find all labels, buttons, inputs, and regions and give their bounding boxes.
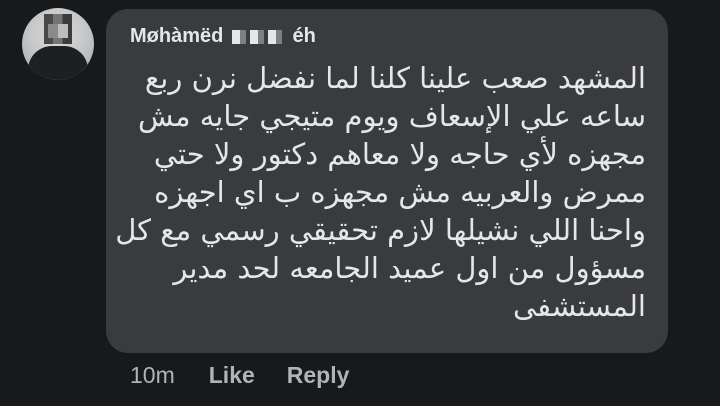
author-name-suffix: éh: [292, 25, 316, 47]
comment-text-line: المستشفى: [513, 289, 646, 323]
comment-text-line: ساعه علي الإسعاف ويوم متيجي جايه مش: [138, 99, 646, 133]
author-name-prefix: Møhàmëd: [130, 25, 224, 47]
comment-bubble: Møhàmëd éh المشهد صعب علينا كلنا لما نفض…: [106, 9, 668, 353]
comment-text-line: المشهد صعب علينا كلنا لما نفضل نرن ربع: [144, 61, 646, 95]
avatar-pixelation-face: [48, 24, 68, 38]
like-button[interactable]: Like: [209, 362, 255, 389]
comment-timestamp[interactable]: 10m: [130, 362, 175, 389]
comment-text-line: ممرض والعربيه مش مجهزه ب اي اجهزه: [154, 175, 646, 209]
avatar-body: [28, 46, 88, 80]
comment-text-line: مسؤول من اول عميد الجامعه لحد مدير: [173, 251, 646, 285]
comment-author-name[interactable]: Møhàmëd éh: [130, 25, 316, 48]
comment-actions: 10m Like Reply: [130, 362, 381, 389]
comment-text-line: مجهزه لأي حاجه ولا معاهم دكتور ولا حتي: [153, 137, 646, 171]
avatar[interactable]: [22, 8, 94, 80]
reply-button[interactable]: Reply: [287, 362, 350, 389]
author-name-redaction: [231, 29, 284, 44]
comment-text-line: واحنا اللي نشيلها لازم تحقيقي رسمي مع كل: [115, 213, 646, 247]
comment-text: المشهد صعب علينا كلنا لما نفضل نرن ربع س…: [115, 59, 646, 325]
